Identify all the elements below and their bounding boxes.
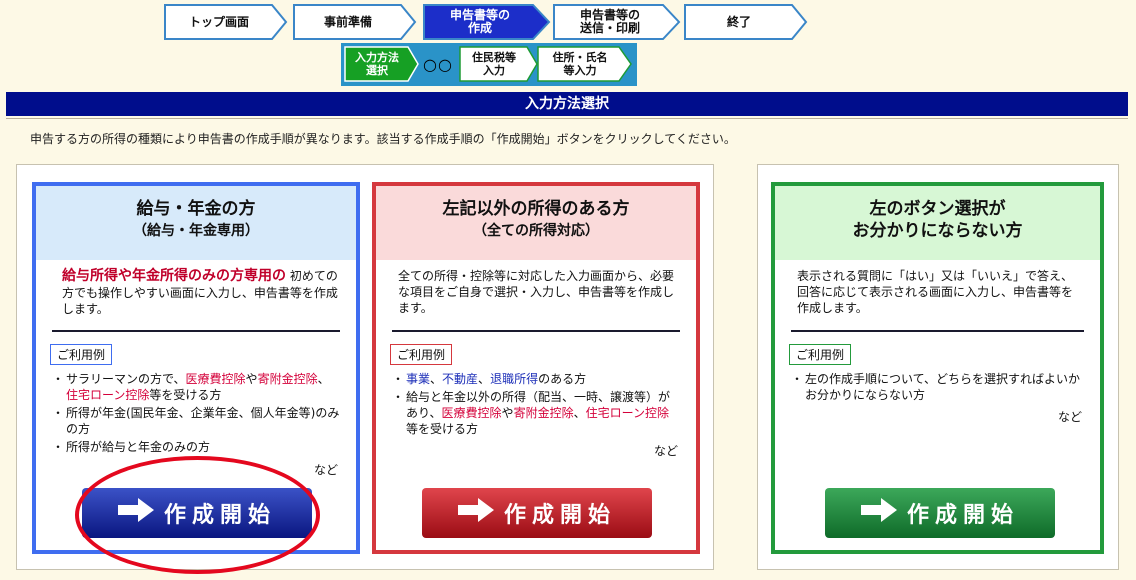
card-subtitle: （全ての所得対応） [473, 223, 599, 239]
substep-bar: 入力方法 選択 ○○ 住民税等 入力 住所・氏名 等入力 [341, 43, 637, 86]
card-title: 給与・年金の方 [136, 199, 256, 219]
step-top: トップ画面 [164, 4, 288, 40]
etc-label: など [313, 463, 338, 477]
list-item: 左の作成手順について、どちらを選択すればよいかお分かりにならない方 [791, 371, 1084, 403]
example-label: ご利用例 [390, 344, 453, 365]
example-list: サラリーマンの方で、医療費控除や寄附金控除、住宅ローン控除等を受ける方 所得が年… [36, 365, 356, 455]
card-separator [791, 330, 1084, 332]
example-label: ご利用例 [789, 344, 852, 365]
instruction-text: 申告する方の所得の種類により申告書の作成手順が異なります。該当する作成手順の「作… [30, 132, 736, 146]
arrow-right-icon [860, 498, 897, 528]
step-finish: 終了 [684, 4, 808, 40]
card-header: 給与・年金の方 （給与・年金専用） [36, 186, 356, 260]
substep-input-method: 入力方法 選択 [344, 46, 420, 82]
example-list: 左の作成手順について、どちらを選択すればよいかお分かりにならない方 [775, 365, 1100, 403]
card-unsure: 左のボタン選択が お分かりにならない方 表示される質問に「はい」又は「いいえ」で… [771, 182, 1104, 554]
arrow-right-icon [457, 498, 494, 528]
step-label: 申告書等の 作成 [449, 8, 510, 35]
page-title: 入力方法選択 [6, 92, 1128, 116]
substep-label: 住民税等 入力 [472, 51, 516, 77]
substep-resident-tax: 住民税等 入力 [459, 46, 539, 82]
card-separator [52, 330, 340, 332]
card-header: 左のボタン選択が お分かりにならない方 [775, 186, 1100, 260]
description-emphasis: 給与所得や年金所得のみの方専用の [62, 268, 286, 284]
card-other-income: 左記以外の所得のある方 （全ての所得対応） 全ての所得・控除等に対応した入力画面… [372, 182, 700, 554]
step-label: 事前準備 [323, 14, 372, 29]
card-subtitle: お分かりにならない方 [852, 221, 1023, 241]
substep-label: 住所・氏名 等入力 [552, 51, 608, 77]
substep-dots: ○○ [423, 55, 453, 74]
step-create: 申告書等の 作成 [423, 4, 551, 40]
divider [6, 118, 1128, 119]
card-description: 全ての所得・控除等に対応した入力画面から、必要な項目をご自身で選択・入力し、申告… [398, 269, 675, 315]
list-item: 事業、不動産、退職所得のある方 [392, 371, 680, 387]
list-item: 所得が年金(国民年金、企業年金、個人年金等)のみの方 [52, 405, 340, 437]
button-label: 作成開始 [906, 503, 1019, 528]
example-label: ご利用例 [50, 344, 113, 365]
etc-label: など [1057, 410, 1082, 424]
list-item: サラリーマンの方で、医療費控除や寄附金控除、住宅ローン控除等を受ける方 [52, 371, 340, 403]
button-label: 作成開始 [503, 503, 616, 528]
card-separator [392, 330, 680, 332]
step-label: トップ画面 [188, 14, 249, 29]
list-item: 給与と年金以外の所得（配当、一時、譲渡等）があり、医療費控除や寄附金控除、住宅ロ… [392, 389, 680, 437]
card-subtitle: （給与・年金専用） [133, 223, 259, 239]
step-label: 申告書等の 送信・印刷 [579, 8, 640, 35]
highlight-ellipse [75, 456, 320, 574]
example-list: 事業、不動産、退職所得のある方 給与と年金以外の所得（配当、一時、譲渡等）があり… [376, 365, 696, 437]
card-description: 表示される質問に「はい」又は「いいえ」で答え、回答に応じて表示される画面に入力し… [797, 269, 1074, 315]
substep-label: 入力方法 選択 [355, 51, 399, 77]
start-button-unsure[interactable]: 作成開始 [825, 488, 1055, 538]
step-send-print: 申告書等の 送信・印刷 [553, 4, 681, 40]
step-prep: 事前準備 [293, 4, 417, 40]
card-title: 左のボタン選択が [869, 199, 1006, 219]
card-header: 左記以外の所得のある方 （全ての所得対応） [376, 186, 696, 260]
etc-label: など [653, 444, 678, 458]
substep-address-name: 住所・氏名 等入力 [537, 46, 633, 82]
start-button-other[interactable]: 作成開始 [422, 488, 652, 538]
card-description: 給与所得や年金所得のみの方専用の 初めての方でも操作しやすい画面に入力し、申告書… [36, 260, 356, 330]
card-title: 左記以外の所得のある方 [442, 199, 630, 219]
step-label: 終了 [726, 14, 751, 29]
list-item: 所得が給与と年金のみの方 [52, 439, 340, 455]
